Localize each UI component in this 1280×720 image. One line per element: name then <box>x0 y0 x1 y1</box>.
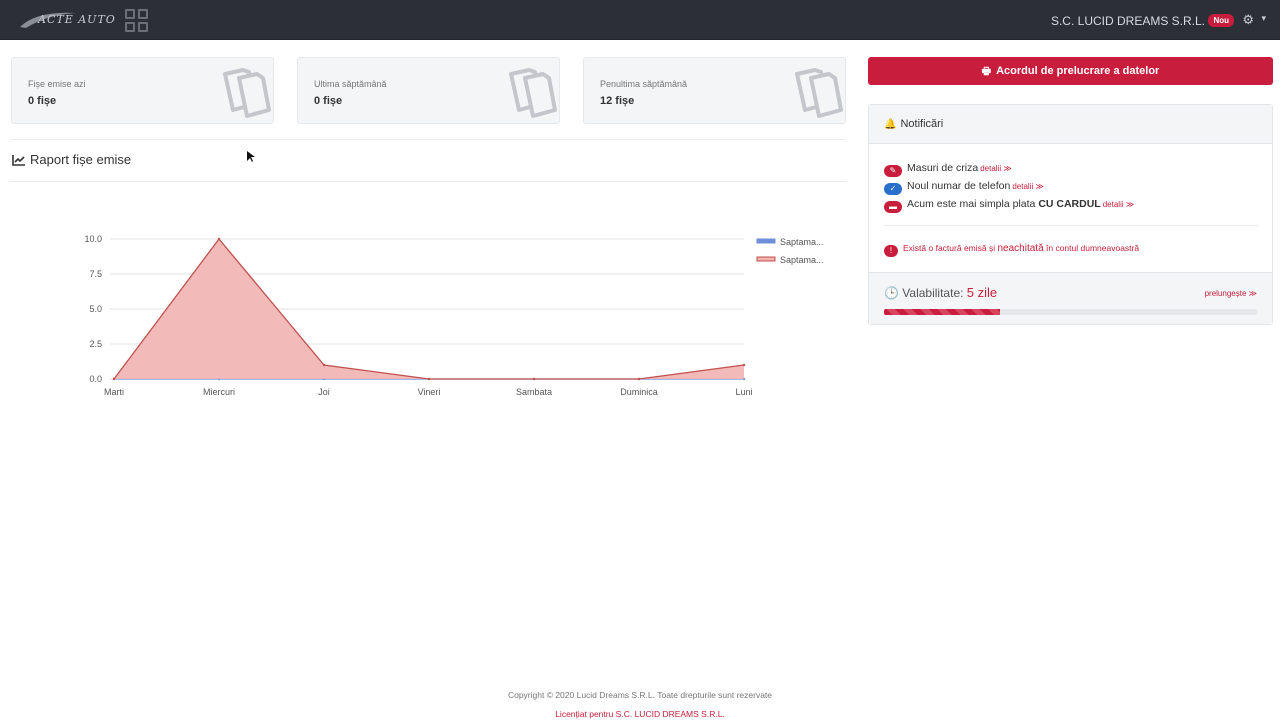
x-tick-label: Duminica <box>620 387 658 397</box>
extend-link[interactable]: prelungește ≫ <box>1205 289 1257 298</box>
validity-label: 🕒 Valabilitate: 5 zile <box>884 285 997 300</box>
company-name[interactable]: S.C. LUCID DREAMS S.R.L. <box>1051 14 1205 28</box>
details-link[interactable]: detalii ≫ <box>1103 200 1135 209</box>
pencil-icon: ✎ <box>884 165 902 177</box>
alert-icon: ! <box>884 245 898 257</box>
stat-label: Fișe emise azi <box>28 79 86 89</box>
unpaid-invoice-alert[interactable]: ! Există o factură emisă și neachitată în… <box>884 243 1139 257</box>
details-link[interactable]: detalii ≫ <box>980 164 1012 173</box>
stat-card-today: Fișe emise azi 0 fișe <box>11 57 274 124</box>
validity-days: 5 zile <box>966 285 998 300</box>
notification-strong: CU CARDUL <box>1038 198 1101 210</box>
validity-section: 🕒 Valabilitate: 5 zile prelungește ≫ <box>869 272 1272 324</box>
notifications-title: Notificări <box>900 118 944 130</box>
legend-swatch <box>756 256 776 262</box>
data-point <box>742 363 746 367</box>
data-point <box>322 363 326 367</box>
data-point <box>217 237 221 241</box>
caret-down-icon[interactable]: ▾ <box>1261 13 1266 24</box>
x-tick-label: Vineri <box>418 387 441 397</box>
x-tick-label: Marti <box>104 387 124 397</box>
y-tick-label: 0.0 <box>89 374 102 384</box>
documents-icon <box>499 64 559 122</box>
mouse-cursor-icon <box>247 151 255 162</box>
check-icon: ✓ <box>884 183 902 195</box>
data-point <box>112 377 116 381</box>
y-tick-label: 7.5 <box>89 269 102 279</box>
x-tick-label: Luni <box>735 387 752 397</box>
data-point <box>637 377 641 381</box>
y-tick-label: 10.0 <box>84 234 102 244</box>
x-tick-label: Miercuri <box>203 387 235 397</box>
app-logo[interactable]: ACTE AUTO <box>16 9 115 31</box>
x-tick-label: Joi <box>318 387 330 397</box>
apps-grid-icon[interactable] <box>125 9 148 32</box>
notifications-header: 🔔 Notificări <box>869 105 1272 144</box>
progress-fill <box>884 309 1000 315</box>
notifications-panel: 🔔 Notificări ✎ Masuri de criza detalii ≫ ✓ N… <box>868 104 1273 325</box>
invoice-strong: neachitată <box>997 243 1044 254</box>
logo-text: ACTE AUTO <box>38 13 116 26</box>
report-chart: 0.0 2.5 5.0 7.5 10.0 Marti Miercuri Joi Vineri Sa… <box>84 234 824 397</box>
stat-card-previous-week: Penultima săptămână 12 fișe <box>583 57 846 124</box>
invoice-text: Există o factură emisă și <box>903 243 998 253</box>
report-title-text: Raport fișe emise <box>30 152 132 167</box>
validity-text: Valabilitate: <box>902 286 967 300</box>
licensed-text[interactable]: Licențiat pentru S.C. LUCID DREAMS S.R.L… <box>0 709 1280 719</box>
notification-text: Acum este mai simpla plata <box>907 198 1039 210</box>
validity-progress-bar <box>884 309 1257 315</box>
data-processing-agreement-button[interactable]: 🖶 Acordul de prelucrare a datelor <box>868 57 1273 85</box>
notification-item[interactable]: ✓ Noul numar de telefon detalii ≫ <box>884 180 1044 195</box>
report-title: Raport fișe emise <box>12 152 131 167</box>
clock-icon: 🕒 <box>884 286 899 300</box>
notification-item[interactable]: ▬ Acum este mai simpla plata CU CARDUL det… <box>884 198 1134 213</box>
stat-label: Penultima săptămână <box>600 79 688 89</box>
print-icon: 🖶 <box>981 66 992 77</box>
legend-label: Saptama... <box>780 255 824 265</box>
divider <box>10 181 846 182</box>
legend-label: Saptama... <box>780 237 824 247</box>
stat-value: 12 fișe <box>600 95 635 107</box>
stat-value: 0 fișe <box>28 95 57 107</box>
card-icon: ▬ <box>884 201 902 213</box>
legend-swatch <box>756 238 776 244</box>
details-link[interactable]: detalii ≫ <box>1012 182 1044 191</box>
new-badge: Nou <box>1208 14 1234 27</box>
divider <box>10 139 846 140</box>
y-tick-label: 5.0 <box>89 304 102 314</box>
button-label: Acordul de prelucrare a datelor <box>996 65 1160 77</box>
gear-icon[interactable]: ⚙ <box>1242 12 1254 28</box>
stat-value: 0 fișe <box>314 95 343 107</box>
stat-label: Ultima săptămână <box>314 79 387 89</box>
stat-card-last-week: Ultima săptămână 0 fișe <box>297 57 560 124</box>
invoice-text-end: în contul dumneavoastră <box>1043 243 1140 253</box>
copyright-text: Copyright © 2020 Lucid Dreams S.R.L. Toa… <box>507 690 773 700</box>
divider <box>884 225 1259 226</box>
notification-item[interactable]: ✎ Masuri de criza detalii ≫ <box>884 162 1012 177</box>
x-tick-label: Sambata <box>516 387 552 397</box>
top-navbar: ACTE AUTO S.C. LUCID DREAMS S.R.L. Nou ⚙… <box>0 0 1280 40</box>
notification-text: Noul numar de telefon <box>907 180 1011 192</box>
notification-text: Masuri de criza <box>907 162 979 174</box>
documents-icon <box>213 64 273 122</box>
data-point <box>532 377 536 381</box>
data-point <box>427 377 431 381</box>
y-tick-label: 2.5 <box>89 339 102 349</box>
line-chart-icon <box>12 155 25 166</box>
bell-icon: 🔔 <box>884 119 897 130</box>
documents-icon <box>785 64 845 122</box>
